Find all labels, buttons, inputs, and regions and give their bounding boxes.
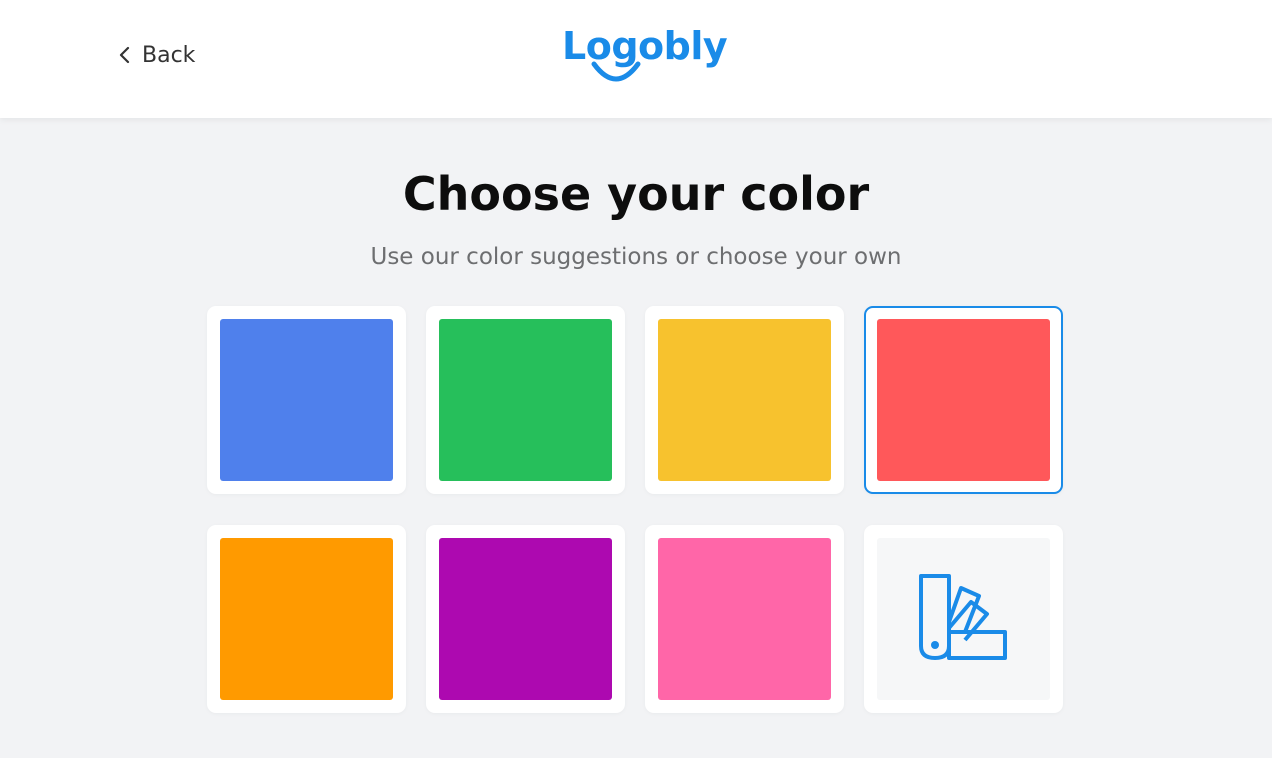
- color-option-yellow[interactable]: [645, 306, 844, 494]
- custom-color-button[interactable]: [864, 525, 1063, 713]
- chevron-left-icon: [119, 46, 130, 64]
- top-bar: Back Logobly: [0, 0, 1272, 118]
- color-swatch: [220, 319, 393, 481]
- color-option-green[interactable]: [426, 306, 625, 494]
- page-title: Choose your color: [402, 167, 870, 221]
- page-subtitle: Use our color suggestions or choose your…: [370, 244, 902, 270]
- color-option-red[interactable]: [864, 306, 1063, 494]
- logo[interactable]: Logobly: [562, 22, 728, 88]
- color-option-pink[interactable]: [645, 525, 844, 713]
- back-button[interactable]: Back: [118, 38, 195, 72]
- color-option-blue[interactable]: [207, 306, 406, 494]
- color-swatch: [220, 538, 393, 700]
- custom-color-swatch: [877, 538, 1050, 700]
- color-swatch: [439, 319, 612, 481]
- color-option-orange[interactable]: [207, 525, 406, 713]
- color-swatch: [877, 319, 1050, 481]
- color-swatch: [658, 538, 831, 700]
- color-palette-icon: [918, 574, 1007, 660]
- color-swatch: [439, 538, 612, 700]
- back-label: Back: [142, 42, 196, 68]
- color-swatch: [658, 319, 831, 481]
- color-grid: [207, 306, 1065, 713]
- color-option-purple[interactable]: [426, 525, 625, 713]
- smile-icon: [591, 61, 641, 82]
